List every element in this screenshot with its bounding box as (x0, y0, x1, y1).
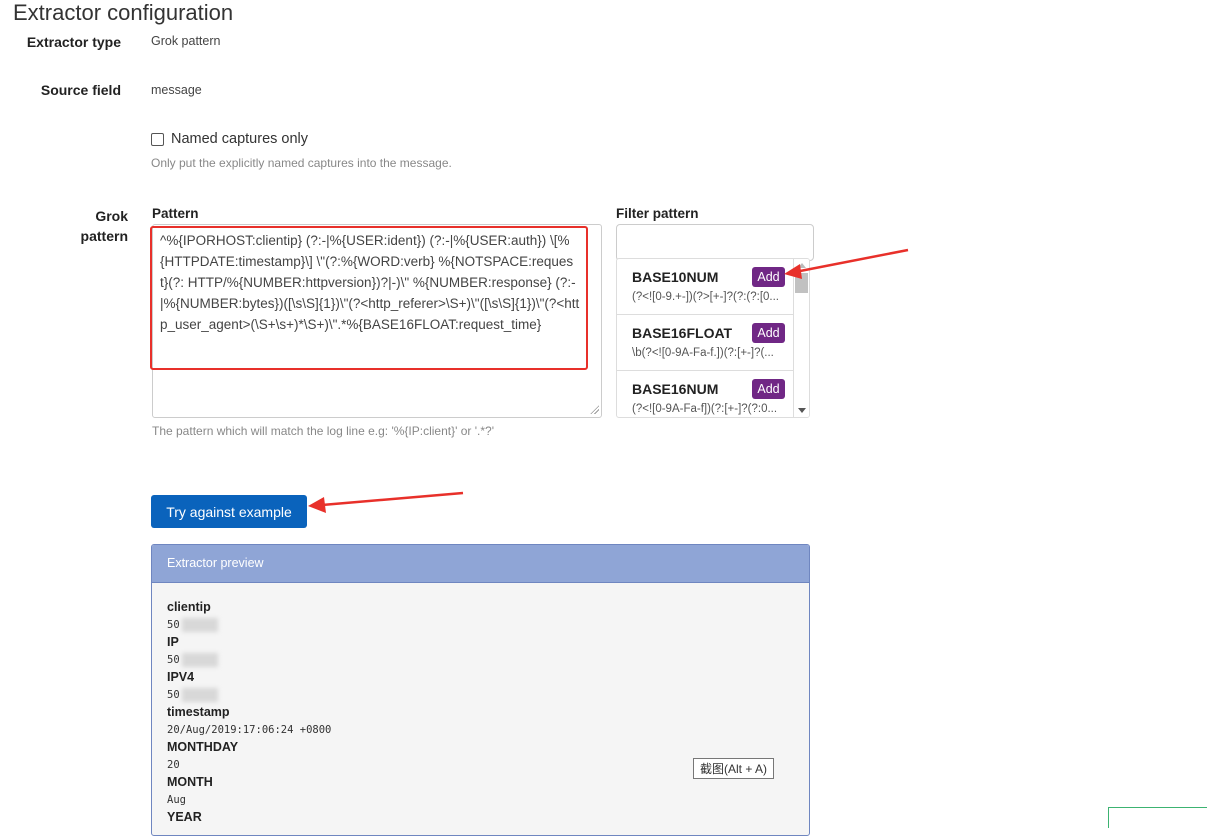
preview-field-value-text: 50 (167, 689, 180, 701)
try-against-example-button[interactable]: Try against example (151, 495, 307, 528)
pattern-name: BASE16FLOAT (632, 325, 733, 341)
add-pattern-button[interactable]: Add (752, 267, 785, 287)
overlay-widget (1108, 807, 1207, 828)
named-captures-checkbox[interactable] (151, 132, 164, 146)
preview-field-key: YEAR (167, 810, 202, 824)
named-captures-option[interactable]: Named captures only (151, 131, 308, 147)
preview-field-key: timestamp (167, 705, 230, 719)
extractor-type-label: Extractor type (26, 34, 121, 50)
annotation-highlight-box (150, 226, 588, 370)
pattern-regex: \b(?<![0-9A-Fa-f.])(?:[+-]?(... (632, 347, 774, 359)
grok-pattern-label: Grok pattern (80, 208, 128, 244)
preview-field-key: MONTHDAY (167, 740, 239, 754)
source-field-label: Source field (40, 82, 121, 98)
pattern-regex: (?<![0-9.+-])(?>[+-]?(?:(?:[0... (632, 291, 780, 303)
preview-field-value-text: 20 (167, 759, 180, 771)
annotation-arrow-try (308, 491, 464, 513)
textarea-resize-handle[interactable] (590, 405, 599, 414)
named-captures-help: Only put the explicitly named captures i… (151, 156, 452, 170)
pattern-regex: (?<![0-9A-Fa-f])(?:[+-]?(?:0... (632, 403, 778, 415)
grok-pattern-list: BASE10NUM Add (?<![0-9.+-])(?>[+-]?(?:(?… (616, 258, 810, 418)
preview-field-value-text: 50 (167, 619, 180, 631)
pattern-name: BASE10NUM (632, 269, 719, 285)
preview-field-value: 50 (167, 616, 794, 634)
pattern-list-item: BASE16NUM Add (?<![0-9A-Fa-f])(?:[+-]?(?… (617, 371, 794, 417)
preview-field-value: 20/Aug/2019:17:06:24 +0800 (167, 721, 794, 739)
preview-field-value-text: Aug (167, 794, 186, 806)
preview-field-value: Aug (167, 791, 794, 809)
extractor-preview-fields: clientip 50 IP 50 IPV4 50 timestamp 20/Aug/2019… (152, 583, 809, 826)
scroll-down-arrow-icon[interactable] (798, 408, 806, 413)
add-pattern-button[interactable]: Add (752, 379, 785, 399)
screenshot-tooltip: 截图(Alt + A) (693, 758, 775, 779)
preview-field-value: 50 (167, 651, 794, 669)
pattern-list-item: BASE10NUM Add (?<![0-9.+-])(?>[+-]?(?:(?… (617, 259, 794, 315)
source-field-value: message (151, 83, 202, 97)
extractor-type-value: Grok pattern (151, 34, 221, 48)
pattern-list-scrollbar[interactable] (794, 259, 809, 417)
scrollbar-thumb[interactable] (795, 273, 808, 293)
preview-field-value-text: 20/Aug/2019:17:06:24 +0800 (167, 724, 332, 736)
preview-field-value-text: 50 (167, 654, 180, 666)
preview-field-key: clientip (167, 600, 211, 614)
named-captures-label: Named captures only (171, 131, 309, 147)
add-pattern-button[interactable]: Add (752, 323, 785, 343)
redaction-blur (181, 688, 218, 702)
preview-field-key: IP (167, 635, 179, 649)
pattern-label: Pattern (152, 206, 199, 221)
extractor-preview-title: Extractor preview (152, 545, 809, 583)
redaction-blur (181, 618, 218, 632)
pattern-name: BASE16NUM (632, 381, 719, 397)
preview-field-value: 50 (167, 686, 794, 704)
filter-pattern-label: Filter pattern (616, 206, 699, 221)
preview-field-key: IPV4 (167, 670, 195, 684)
redaction-blur (181, 653, 218, 667)
filter-pattern-input[interactable] (616, 224, 814, 261)
pattern-help: The pattern which will match the log lin… (152, 424, 495, 438)
extractor-preview-panel: Extractor preview clientip 50 IP 50 IPV4 50 ti… (151, 544, 810, 836)
scroll-up-arrow-icon[interactable] (798, 263, 806, 268)
page-title: Extractor configuration (13, 0, 234, 25)
pattern-list-item: BASE16FLOAT Add \b(?<![0-9A-Fa-f.])(?:[+… (617, 315, 794, 371)
